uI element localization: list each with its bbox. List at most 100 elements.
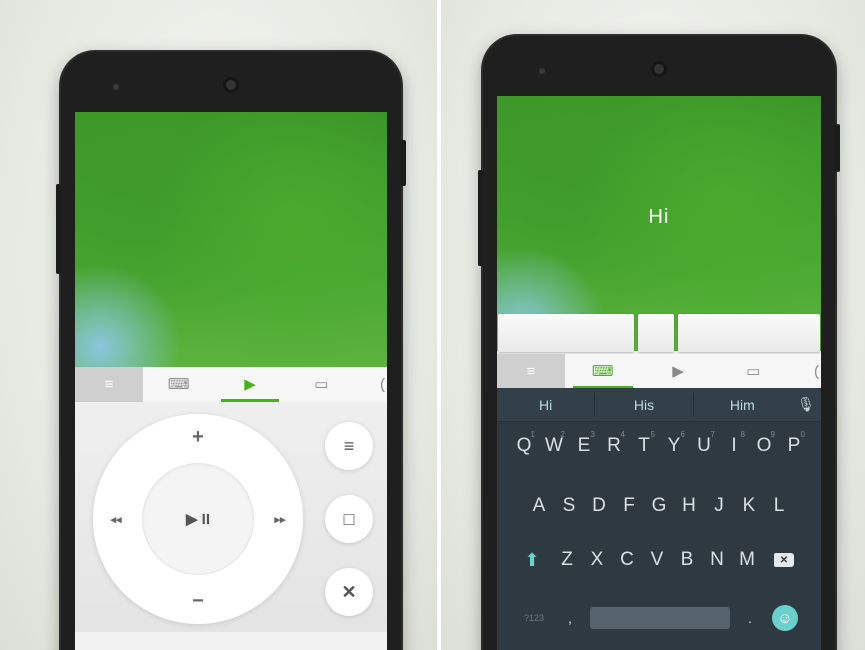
key-w[interactable]: W2	[539, 426, 569, 466]
key-o-hint: 9	[770, 430, 775, 439]
key-i[interactable]: I8	[719, 426, 749, 466]
key-w-hint: 2	[560, 430, 565, 439]
video-preview	[75, 112, 387, 367]
key-f[interactable]: F	[614, 486, 644, 526]
key-e[interactable]: E3	[569, 426, 599, 466]
key-o[interactable]: O9	[749, 426, 779, 466]
left-screenshot-panel: ≡ ⌨ ▶ ▭ ( + − ◂◂ ▸▸ ▶ II ≡ □ ✕	[0, 0, 437, 650]
close-button[interactable]: ✕	[325, 568, 373, 616]
volume-down-button[interactable]: −	[183, 586, 213, 616]
mic-icon[interactable]: 🎙	[791, 396, 821, 413]
volume-up-button[interactable]: +	[183, 422, 213, 452]
key-q[interactable]: Q1	[509, 426, 539, 466]
tab-more[interactable]: (	[791, 354, 821, 389]
tab-window[interactable]: ▭	[716, 354, 791, 389]
key-row-3: ⬆ Z X C V B N M ✕	[497, 540, 821, 580]
key-o-label: O	[756, 435, 772, 456]
key-j[interactable]: J	[704, 486, 734, 526]
key-u[interactable]: U7	[689, 426, 719, 466]
phone-left: ≡ ⌨ ▶ ▭ ( + − ◂◂ ▸▸ ▶ II ≡ □ ✕	[56, 52, 406, 650]
phone-right: Hi ≡ ⌨ ▶ ▭ (Hi His Him 🎙 Q 1 W 2 E 3 R …	[478, 36, 840, 650]
front-camera	[651, 61, 667, 77]
power-button	[835, 124, 840, 172]
symbols-key[interactable]: ?123	[513, 598, 555, 638]
key-l[interactable]: L	[764, 486, 794, 526]
key-a[interactable]: A	[524, 486, 554, 526]
media-remote: + − ◂◂ ▸▸ ▶ II ≡ □ ✕	[75, 402, 387, 632]
tab-menu[interactable]: ≡	[497, 354, 565, 389]
tab-menu[interactable]: ≡	[75, 367, 143, 402]
emoji-icon: ☺	[772, 605, 798, 631]
key-i-hint: 8	[740, 430, 745, 439]
text-input-right[interactable]	[678, 314, 820, 352]
key-s[interactable]: S	[554, 486, 584, 526]
play-pause-button[interactable]: ▶ II	[143, 464, 253, 574]
play-circle-icon: ▶	[672, 363, 684, 380]
shift-key[interactable]: ⬆	[512, 540, 552, 580]
tab-more[interactable]: (	[357, 367, 387, 402]
backspace-x: ✕	[779, 554, 789, 566]
shift-icon: ⬆	[524, 549, 540, 570]
window-icon: ▭	[746, 363, 761, 380]
key-row-1: Q1 W2 E3 R4 T5 Y6 U7 I8 O9 P0	[497, 426, 821, 466]
spacebar	[590, 607, 730, 629]
play-pause-icon: ▶ II	[185, 511, 211, 528]
key-row-4: ?123 , . ☺	[497, 598, 821, 638]
list-button[interactable]: ≡	[325, 422, 373, 470]
key-r-label: R	[607, 435, 621, 456]
window-icon: ▭	[314, 376, 329, 393]
emoji-key[interactable]: ☺	[765, 598, 805, 638]
backspace-key[interactable]: ✕	[762, 540, 806, 580]
rewind-button[interactable]: ◂◂	[101, 504, 131, 534]
key-b[interactable]: B	[672, 540, 702, 580]
partial-tab-icon: (	[379, 376, 385, 393]
key-y[interactable]: Y6	[659, 426, 689, 466]
dpad: + − ◂◂ ▸▸ ▶ II	[93, 414, 303, 624]
stop-button[interactable]: □	[325, 495, 373, 543]
tab-window[interactable]: ▭	[286, 367, 357, 402]
key-m[interactable]: M	[732, 540, 762, 580]
fast-forward-button[interactable]: ▸▸	[265, 504, 295, 534]
key-r[interactable]: R4	[599, 426, 629, 466]
key-x[interactable]: X	[582, 540, 612, 580]
list-icon: ≡	[343, 435, 355, 456]
key-q-hint: 1	[530, 430, 535, 439]
space-key[interactable]	[585, 598, 735, 638]
suggestion-3[interactable]: Him	[694, 397, 791, 413]
tab-play[interactable]: ▶	[214, 367, 285, 402]
menu-icon: ≡	[526, 363, 536, 380]
tab-keyboard[interactable]: ⌨	[565, 354, 640, 389]
phone-screen: ≡ ⌨ ▶ ▭ ( + − ◂◂ ▸▸ ▶ II ≡ □ ✕	[75, 112, 387, 650]
key-t[interactable]: T5	[629, 426, 659, 466]
front-camera	[223, 77, 239, 93]
key-p[interactable]: P0	[779, 426, 809, 466]
suggestion-2[interactable]: His	[595, 397, 692, 413]
volume-rocker	[56, 184, 61, 274]
period-key[interactable]: .	[735, 598, 765, 638]
key-z[interactable]: Z	[552, 540, 582, 580]
key-p-label: P	[787, 435, 801, 456]
keyboard-icon: ⌨	[167, 376, 190, 393]
stop-icon: □	[343, 508, 355, 529]
tab-play[interactable]: ▶	[640, 354, 715, 389]
text-input-left[interactable]	[498, 314, 634, 352]
suggestion-1[interactable]: Hi	[497, 397, 594, 413]
key-c[interactable]: C	[612, 540, 642, 580]
key-k[interactable]: K	[734, 486, 764, 526]
close-icon: ✕	[341, 581, 357, 602]
keyboard-icon: ⌨	[591, 363, 614, 380]
key-n[interactable]: N	[702, 540, 732, 580]
volume-rocker	[478, 170, 483, 266]
key-g[interactable]: G	[644, 486, 674, 526]
key-v[interactable]: V	[642, 540, 672, 580]
text-input-middle[interactable]	[638, 314, 674, 352]
key-h[interactable]: H	[674, 486, 704, 526]
phone-screen: Hi ≡ ⌨ ▶ ▭ (Hi His Him 🎙 Q 1 W 2 E 3 R …	[497, 96, 821, 650]
tab-keyboard[interactable]: ⌨	[143, 367, 214, 402]
comma-key[interactable]: ,	[555, 598, 585, 638]
right-screenshot-panel: Hi ≡ ⌨ ▶ ▭ (Hi His Him 🎙 Q 1 W 2 E 3 R …	[441, 0, 865, 650]
key-d[interactable]: D	[584, 486, 614, 526]
key-e-hint: 3	[590, 430, 595, 439]
power-button	[401, 140, 406, 186]
key-q-label: Q	[516, 435, 532, 456]
